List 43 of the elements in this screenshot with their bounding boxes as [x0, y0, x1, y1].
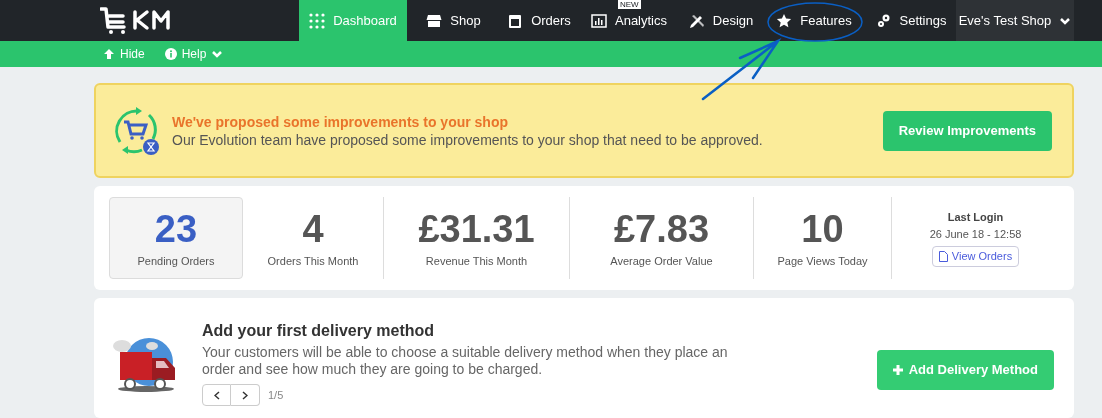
chevron-down-icon [211, 48, 224, 60]
notice-text: Our Evolution team have proposed some improvements to your shop that need to be approved. [172, 130, 764, 149]
next-button[interactable] [231, 384, 260, 406]
chevron-right-icon [242, 390, 248, 400]
shop-menu[interactable]: Eve's Test Shop [956, 0, 1074, 41]
stat-value: £31.31 [418, 206, 535, 251]
plus-icon [892, 365, 903, 375]
stat-label: Pending Orders [137, 253, 215, 269]
calendar-icon [507, 12, 524, 29]
new-badge: NEW [618, 0, 641, 9]
nav-tab[interactable]: NEW Analytics [578, 0, 680, 41]
task-text: Your customers will be able to choose a suitable delivery method when they place an order and see how much they are going to be charged. [202, 344, 729, 378]
previous-button[interactable] [202, 384, 231, 406]
gears-icon [875, 12, 892, 29]
nav-tab[interactable]: Shop [407, 0, 500, 41]
last-login-title: Last Login [947, 210, 1004, 225]
stat-label: Page Views Today [777, 253, 868, 269]
nav-tab[interactable]: Features [762, 0, 866, 41]
stat-label: Average Order Value [610, 253, 713, 269]
nav-tab[interactable]: Design [680, 0, 762, 41]
task-title: Add your first delivery method [202, 321, 436, 341]
nav-tab[interactable]: Settings [866, 0, 956, 41]
arrow-up-icon [103, 48, 115, 60]
pencil-ruler-icon [688, 12, 705, 29]
view-orders-button[interactable]: View Orders [931, 246, 1020, 267]
stat-label: Orders This Month [267, 253, 359, 269]
stat-value: £7.83 [613, 206, 710, 251]
storefront-icon [426, 12, 443, 29]
info-icon [164, 48, 177, 60]
nav-tab[interactable]: Orders [500, 0, 578, 41]
stat-value: 4 [302, 206, 324, 251]
pager-count: 1/5 [268, 387, 284, 403]
document-icon [938, 251, 948, 262]
chevron-left-icon [213, 390, 220, 400]
last-login-time: 26 June 18 - 12:58 [929, 226, 1022, 242]
stat-value: 23 [154, 206, 198, 251]
bar-chart-icon [591, 12, 607, 29]
notice-title: We've proposed some improvements to your shop [172, 112, 510, 131]
stat-value: 10 [801, 206, 844, 251]
grid-icon [309, 12, 326, 29]
cart-refresh-icon [112, 105, 162, 156]
star-icon [776, 12, 793, 29]
stat-label: Revenue This Month [425, 253, 528, 269]
